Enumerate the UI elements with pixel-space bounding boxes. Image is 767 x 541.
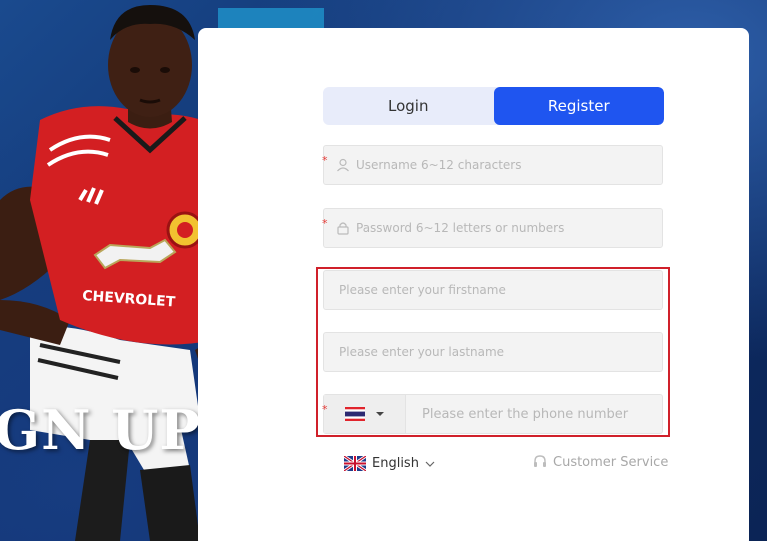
tab-login[interactable]: Login [323,87,494,125]
user-icon [337,158,349,172]
chevron-down-icon [425,461,435,467]
username-field: * [322,145,663,185]
required-marker: * [322,154,328,167]
headset-icon [534,455,546,467]
firstname-field [323,270,663,310]
lastname-input[interactable] [324,345,662,359]
language-label: English [372,456,419,471]
phone-field: * [322,394,663,434]
lock-icon [337,222,349,235]
required-marker: * [322,403,328,416]
caret-down-icon [375,412,384,416]
uk-flag-icon [344,456,366,471]
country-code-select[interactable] [324,395,406,433]
firstname-input[interactable] [324,283,662,297]
lastname-field [323,332,663,372]
register-card: Login Register * * * [198,28,749,541]
password-field: * [322,208,663,248]
username-input[interactable] [350,158,662,172]
language-selector[interactable]: English [344,456,435,471]
phone-input[interactable] [406,406,662,422]
auth-tabs: Login Register [323,87,664,125]
thailand-flag-icon [344,407,365,421]
customer-service-label: Customer Service [553,454,669,470]
required-marker: * [322,217,328,230]
tab-register[interactable]: Register [493,87,664,125]
signup-banner-text: GN UP [0,398,201,462]
password-input[interactable] [350,221,662,235]
customer-service-link[interactable]: Customer Service [532,454,668,470]
